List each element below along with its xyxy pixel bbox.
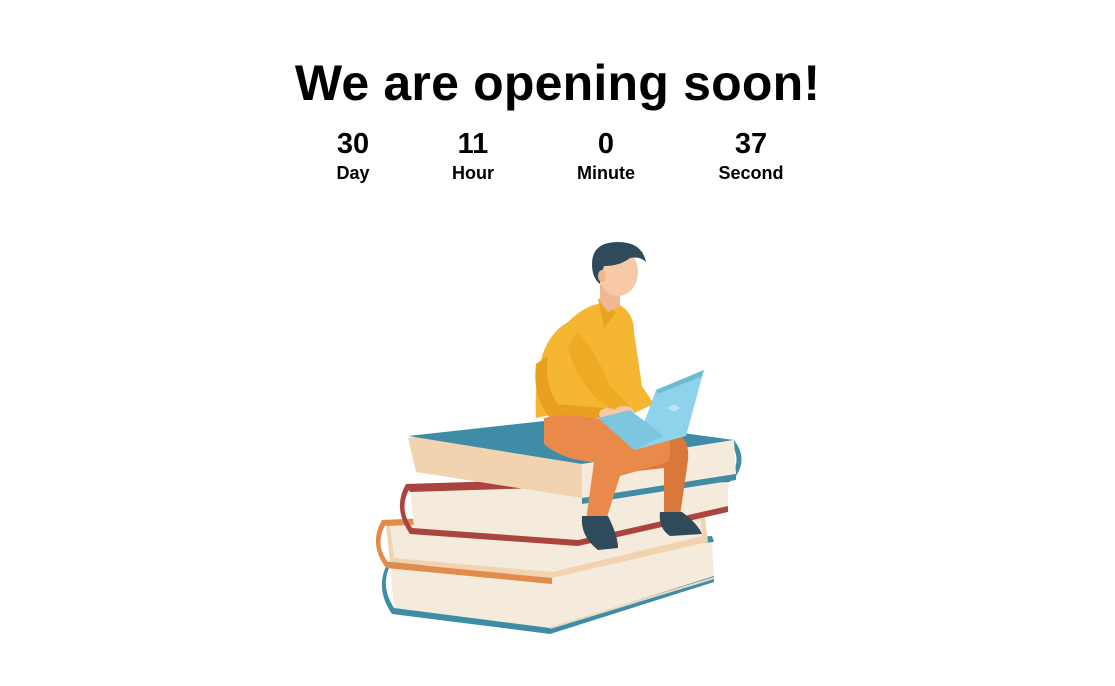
countdown-second-value: 37 (734, 128, 768, 160)
countdown-hour-label: Hour (452, 163, 494, 183)
person-reading-on-books-illustration (375, 242, 742, 634)
countdown-timer: 30 Day 11 Hour 0 Minute 37 Second (0, 126, 1115, 196)
coming-soon-page: We are opening soon! 30 Day 11 Hour 0 Mi… (0, 0, 1115, 686)
countdown-second-label: Second (718, 163, 784, 183)
countdown-minute-label: Minute (577, 163, 635, 183)
countdown-day-label: Day (336, 163, 370, 183)
countdown-day: 30 Day (293, 126, 413, 184)
countdown-second: 37 Second (691, 126, 811, 184)
countdown-minute-value: 0 (597, 128, 615, 160)
page-title: We are opening soon! (294, 55, 821, 111)
countdown-minute: 0 Minute (546, 126, 666, 184)
countdown-day-value: 30 (336, 128, 370, 160)
countdown-hour: 11 Hour (413, 126, 533, 184)
countdown-hour-value: 11 (457, 128, 489, 160)
